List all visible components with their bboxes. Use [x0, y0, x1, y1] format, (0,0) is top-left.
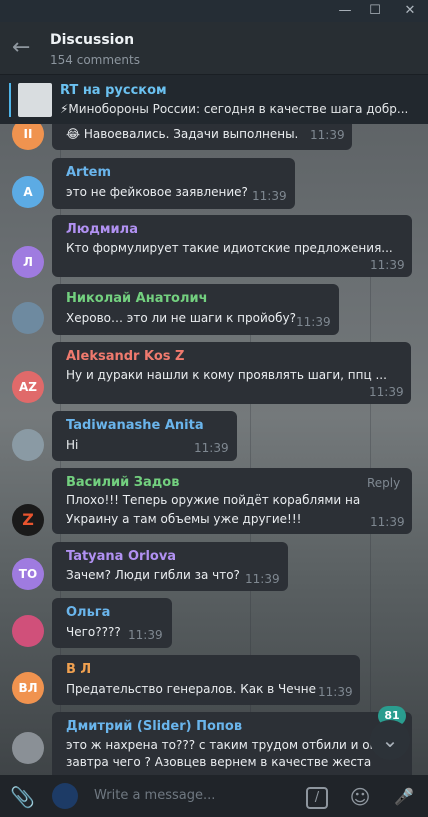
- message-author[interactable]: Ольга: [66, 605, 110, 620]
- comment-count: 154 comments: [50, 53, 140, 67]
- avatar[interactable]: [12, 302, 44, 334]
- avatar[interactable]: II: [12, 124, 44, 150]
- message-bubble: В Л Предательство генералов. Как в Чечне…: [52, 655, 360, 705]
- message-author[interactable]: Николай Анатолич: [66, 291, 208, 306]
- message-text: Украину а там объемы уже другие!!!: [66, 512, 302, 526]
- avatar[interactable]: TO: [12, 558, 44, 590]
- message-author[interactable]: В Л: [66, 662, 91, 677]
- message-time: 11:39: [296, 315, 331, 329]
- message-bubble: Tadiwanashe Anita Hi 11:39: [52, 411, 237, 461]
- avatar[interactable]: A: [12, 176, 44, 208]
- message-text: Предательство генералов. Как в Чечне: [66, 682, 316, 696]
- message-text: Херово… это ли не шаги к пройобу?: [66, 311, 296, 325]
- avatar[interactable]: AZ: [12, 371, 44, 403]
- message-bubble: Людмила Кто формулирует такие идиотские …: [52, 215, 412, 277]
- message-bubble: Николай Анатолич Херово… это ли не шаги …: [52, 284, 339, 335]
- avatar[interactable]: Z: [12, 504, 44, 536]
- message-author[interactable]: Aleksandr Kos Z: [66, 349, 184, 364]
- message-time: 11:39: [370, 258, 405, 272]
- minimize-button[interactable]: —: [330, 0, 360, 22]
- message-input[interactable]: Write a message...: [94, 788, 215, 803]
- avatar[interactable]: [12, 732, 44, 764]
- microphone-icon[interactable]: 🎤: [392, 785, 416, 809]
- message-bubble: Василий Задов Reply Плохо!!! Теперь оруж…: [52, 468, 412, 534]
- message-time: 11:39: [252, 189, 287, 203]
- message-author[interactable]: Tatyana Orlova: [66, 549, 176, 564]
- scroll-down-button[interactable]: ⌄: [370, 720, 410, 760]
- message-text: Hi: [66, 438, 79, 452]
- message-author[interactable]: Tadiwanashe Anita: [66, 418, 204, 433]
- message-time: 11:39: [194, 441, 229, 455]
- message-bubble: Ольга Чего???? 11:39: [52, 598, 172, 648]
- avatar[interactable]: ВЛ: [12, 672, 44, 704]
- message-bubble: Дмитрий (Slider) Попов это ж нахрена то?…: [52, 712, 412, 775]
- avatar[interactable]: Л: [12, 246, 44, 278]
- message-text: Чего????: [66, 625, 121, 639]
- chat-header: ← Discussion 154 comments: [0, 22, 428, 74]
- message-bubble: Artem это не фейковое заявление? 11:39: [52, 158, 295, 209]
- message-time: 11:39: [245, 572, 280, 586]
- avatar[interactable]: [12, 429, 44, 461]
- pinned-accent-bar: [9, 83, 11, 117]
- message-author[interactable]: Artem: [66, 165, 111, 180]
- message-bubble: Aleksandr Kos Z Ну и дураки нашли к кому…: [52, 342, 411, 404]
- command-icon[interactable]: /: [306, 787, 328, 809]
- message-time: 11:39: [128, 628, 163, 642]
- pinned-message[interactable]: RT на русском ⚡Минобороны России: сегодн…: [0, 74, 428, 126]
- message-list[interactable]: II 😂 Навоевались. Задачи выполнены. 11:3…: [0, 124, 428, 775]
- reply-button[interactable]: Reply: [367, 476, 400, 490]
- message-time: 11:39: [310, 128, 345, 142]
- message-bubble: Tatyana Orlova Зачем? Люди гибли за что?…: [52, 542, 288, 591]
- pinned-text: ⚡Минобороны России: сегодня в качестве ш…: [60, 102, 409, 116]
- message-text: Кто формулирует такие идиотские предложе…: [66, 241, 393, 255]
- message-composer: 📎 Write a message... / ☺ 🎤: [0, 775, 428, 817]
- attach-icon[interactable]: 📎: [10, 785, 35, 809]
- message-text: Зачем? Люди гибли за что?: [66, 568, 240, 582]
- message-text: 😂 Навоевались. Задачи выполнены.: [66, 127, 299, 141]
- pinned-channel-name: RT на русском: [60, 83, 167, 98]
- message-text: Плохо!!! Теперь оружие пойдёт кораблями …: [66, 493, 361, 507]
- emoji-icon[interactable]: ☺: [348, 785, 372, 809]
- message-time: 11:39: [370, 515, 405, 529]
- message-text: завтра чего ? Азовцев вернем в качестве …: [66, 755, 372, 769]
- message-bubble: 😂 Навоевались. Задачи выполнены. 11:39: [52, 124, 352, 150]
- message-time: 11:39: [369, 385, 404, 399]
- window-titlebar: — ☐ ✕: [0, 0, 428, 22]
- message-time: 11:39: [318, 685, 353, 699]
- message-text: Ну и дураки нашли к кому проявлять шаги,…: [66, 368, 387, 382]
- message-author[interactable]: Василий Задов: [66, 475, 179, 490]
- avatar[interactable]: [12, 615, 44, 647]
- message-text: это не фейковое заявление?: [66, 185, 248, 199]
- page-title: Discussion: [50, 32, 135, 48]
- send-as-avatar[interactable]: [52, 783, 78, 809]
- back-arrow-icon[interactable]: ←: [12, 36, 38, 62]
- maximize-button[interactable]: ☐: [360, 0, 390, 22]
- chevron-down-icon: ⌄: [381, 728, 399, 752]
- close-button[interactable]: ✕: [395, 0, 425, 22]
- message-author[interactable]: Дмитрий (Slider) Попов: [66, 719, 242, 734]
- message-author[interactable]: Людмила: [66, 222, 138, 237]
- pinned-thumbnail: [18, 83, 52, 117]
